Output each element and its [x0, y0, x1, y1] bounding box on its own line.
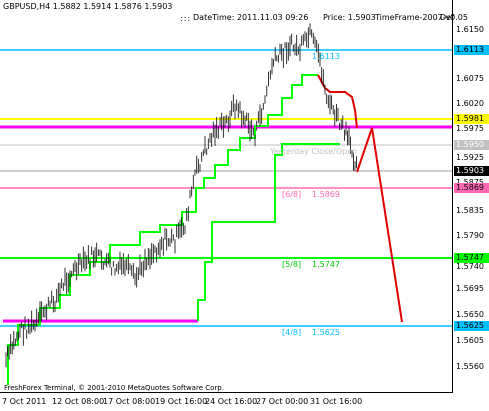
price-label: Price: 1.5903 [323, 13, 376, 22]
price-tag-pink: 1.5869 [454, 183, 489, 193]
x-tick-label: 31 Oct 16:00 [310, 397, 363, 406]
def-label: Def [440, 13, 454, 22]
y-tick-label: 1.6020 [456, 99, 484, 108]
red-line [317, 74, 358, 129]
level-top-value: 1.6113 [312, 52, 340, 61]
y-tick-label: 1.5925 [456, 153, 484, 162]
y-tick-label: 1.5650 [456, 310, 484, 319]
x-tick-label: 24 Oct 16:00 [205, 397, 258, 406]
symbol-info: GBPUSD,H4 1.5882 1.5914 1.5876 1.5903 [3, 2, 173, 11]
green-step-line [7, 74, 318, 385]
timeframe-label: TimeFrame-2007-v0.05 [375, 13, 468, 22]
x-tick-label: 12 Oct 08:00 [52, 397, 105, 406]
y-tick-label: 1.5740 [456, 262, 484, 271]
level-58-label: [5/8] [282, 260, 302, 269]
dots-separator: ::: [180, 14, 192, 23]
chart-window[interactable]: GBPUSD,H4 1.5882 1.5914 1.5876 1.5903 ::… [0, 0, 489, 411]
yesterday-close-label: Yesterday Close/Open [270, 147, 358, 156]
x-tick-label: 17 Oct 08:00 [103, 397, 156, 406]
red-projection-line [356, 127, 403, 323]
plot-area[interactable] [0, 0, 453, 393]
price-tag-cyan-bottom: 1.5625 [454, 321, 489, 331]
price-tag-cyan-top: 1.6113 [454, 45, 489, 55]
y-tick-label: 1.5695 [456, 284, 484, 293]
y-tick-label: 1.5975 [456, 124, 484, 133]
level-58-value: 1.5747 [312, 260, 340, 269]
level-68-label: [6/8] [282, 190, 302, 199]
y-tick-label: 1.5560 [456, 362, 484, 371]
price-chart[interactable] [0, 0, 453, 393]
level-68-value: 1.5869 [312, 190, 340, 199]
level-48-value: 1.5625 [312, 328, 340, 337]
y-tick-label: 1.5790 [456, 231, 484, 240]
y-tick-label: 1.6150 [456, 25, 484, 34]
price-tag-green: 1.5747 [454, 253, 489, 263]
y-tick-label: 1.6075 [456, 74, 484, 83]
y-tick-label: 1.5605 [456, 336, 484, 345]
x-tick-label: 7 Oct 2011 [2, 397, 47, 406]
datetime-label: DateTime: 2011.11.03 09:26 [193, 13, 309, 22]
price-tag-current: 1.5903 [454, 166, 489, 176]
x-tick-label: 19 Oct 16:00 [155, 397, 208, 406]
copyright-text: FreshForex Terminal, © 2001-2010 MetaQuo… [4, 384, 224, 392]
green-step-line-lower [197, 143, 340, 321]
x-tick-label: 27 Oct 00:00 [256, 397, 309, 406]
price-tag-gray: 1.5950 [454, 140, 489, 150]
y-tick-label: 1.5835 [456, 206, 484, 215]
level-48-label: [4/8] [282, 328, 302, 337]
price-tag-yellow: 1.5981 [454, 114, 489, 124]
